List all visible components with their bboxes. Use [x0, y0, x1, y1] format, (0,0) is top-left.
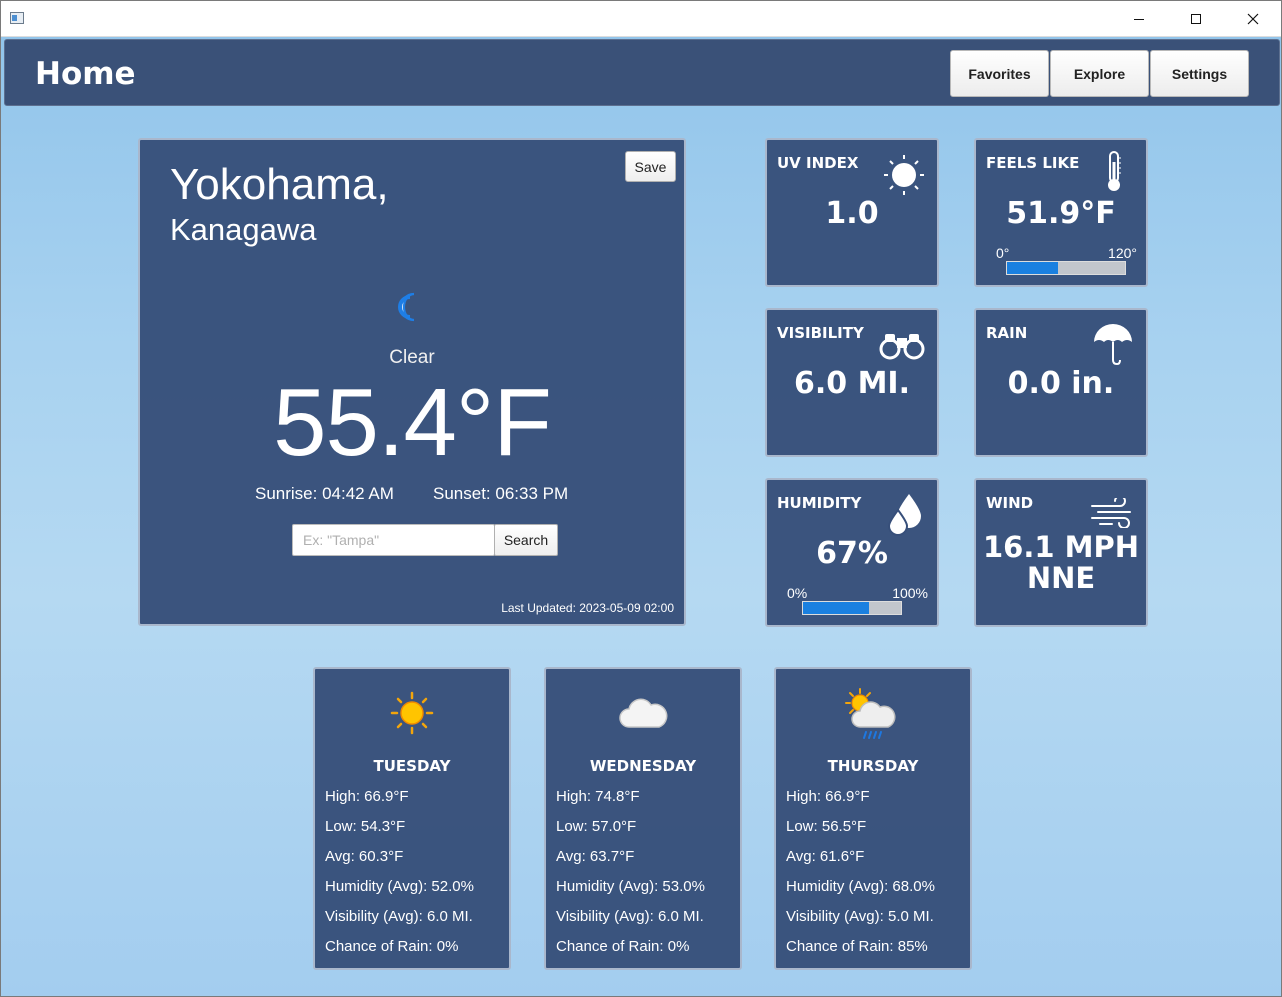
range-min-label: 0%	[787, 585, 808, 601]
stat-label: WIND	[986, 494, 1034, 512]
rain-value: 0.0 in.	[1007, 366, 1115, 401]
thermometer-icon	[1108, 151, 1121, 191]
forecast-rain: Chance of Rain: 85%	[786, 938, 928, 955]
binoculars-icon	[879, 334, 925, 360]
forecast-icon-wrap	[546, 691, 740, 739]
humidity-card: HUMIDITY 67% 0% 100%	[765, 478, 939, 627]
forecast-visibility: Visibility (Avg): 5.0 MI.	[786, 908, 934, 925]
stat-label: UV INDEX	[777, 154, 859, 172]
uv-index-value: 1.0	[825, 196, 879, 231]
feels-like-bar-fill	[1007, 262, 1058, 274]
feels-like-card: FEELS LIKE 51.9°F 0° 120°	[974, 138, 1148, 287]
favorites-button[interactable]: Favorites	[950, 50, 1049, 97]
forecast-low: Low: 56.5°F	[786, 818, 867, 835]
region-name: Kanagawa	[170, 212, 317, 247]
partly-cloudy-rain-icon	[845, 688, 896, 739]
humidity-value: 67%	[816, 536, 888, 571]
condition-text: Clear	[389, 347, 435, 368]
title-bar	[1, 1, 1281, 37]
feels-like-value: 51.9°F	[1006, 196, 1116, 231]
forecast-card: THURSDAY High: 66.9°F Low: 56.5°F Avg: 6…	[774, 667, 972, 970]
sunset-time: Sunset: 06:33 PM	[433, 484, 569, 503]
close-button[interactable]	[1230, 1, 1276, 37]
forecast-avg: Avg: 61.6°F	[786, 848, 865, 865]
forecast-visibility: Visibility (Avg): 6.0 MI.	[556, 908, 704, 925]
forecast-day: THURSDAY	[827, 757, 919, 775]
close-icon	[1247, 13, 1259, 25]
sunrise-time: Sunrise: 04:42 AM	[255, 484, 394, 503]
rain-card: RAIN 0.0 in.	[974, 308, 1148, 457]
range-max-label: 120°	[1108, 245, 1137, 261]
forecast-high: High: 66.9°F	[325, 788, 409, 805]
forecast-humidity: Humidity (Avg): 68.0%	[786, 878, 935, 895]
save-button[interactable]: Save	[625, 151, 676, 182]
wind-direction-value: NNE	[1026, 561, 1096, 595]
stat-label: RAIN	[986, 324, 1028, 342]
uv-index-card: UV INDEX 1.0	[765, 138, 939, 287]
app-icon	[10, 12, 24, 24]
forecast-low: Low: 54.3°F	[325, 818, 406, 835]
forecast-humidity: Humidity (Avg): 53.0%	[556, 878, 705, 895]
current-temperature: 55.4°F	[273, 369, 552, 476]
cloud-icon	[619, 698, 668, 728]
range-max-label: 100%	[892, 585, 928, 601]
forecast-high: High: 74.8°F	[556, 788, 640, 805]
explore-button[interactable]: Explore	[1050, 50, 1149, 97]
maximize-icon	[1191, 14, 1201, 24]
city-name: Yokohama,	[170, 160, 389, 209]
forecast-low: Low: 57.0°F	[556, 818, 637, 835]
forecast-day: TUESDAY	[373, 757, 451, 775]
humidity-bar	[802, 601, 902, 615]
search-input[interactable]	[292, 524, 495, 556]
forecast-high: High: 66.9°F	[786, 788, 870, 805]
forecast-card: TUESDAY High: 66.9°F Low: 54.3°F Avg: 60…	[313, 667, 511, 970]
forecast-avg: Avg: 60.3°F	[325, 848, 404, 865]
visibility-value: 6.0 MI.	[793, 366, 910, 401]
stat-label: VISIBILITY	[777, 324, 864, 342]
feels-like-bar	[1006, 261, 1126, 275]
forecast-day: WEDNESDAY	[589, 757, 697, 775]
app-window: Home Favorites Explore Settings Yokohama…	[0, 0, 1282, 997]
stat-label: HUMIDITY	[777, 494, 862, 512]
moon-icon	[398, 292, 415, 322]
app-header: Home Favorites Explore Settings	[4, 39, 1280, 106]
settings-button[interactable]: Settings	[1150, 50, 1249, 97]
current-weather-card: Yokohama, Kanagawa Save Clear 55.4°F Sun…	[138, 138, 686, 626]
sun-icon	[884, 155, 924, 195]
last-updated: Last Updated: 2023-05-09 02:00	[501, 601, 674, 615]
search-button[interactable]: Search	[494, 524, 558, 556]
water-drops-icon	[887, 494, 921, 536]
forecast-rain: Chance of Rain: 0%	[556, 938, 690, 955]
page-title: Home	[35, 56, 136, 92]
humidity-bar-fill	[803, 602, 869, 614]
minimize-icon	[1134, 18, 1144, 20]
sunny-icon	[390, 691, 434, 735]
range-min-label: 0°	[996, 245, 1010, 261]
forecast-avg: Avg: 63.7°F	[556, 848, 635, 865]
wind-icon	[1091, 498, 1131, 528]
forecast-icon-wrap	[315, 691, 509, 739]
forecast-rain: Chance of Rain: 0%	[325, 938, 459, 955]
stat-label: FEELS LIKE	[986, 154, 1080, 172]
forecast-humidity: Humidity (Avg): 52.0%	[325, 878, 474, 895]
visibility-card: VISIBILITY 6.0 MI.	[765, 308, 939, 457]
wind-card: WIND 16.1 MPH NNE	[974, 478, 1148, 627]
wind-speed-value: 16.1 MPH	[982, 530, 1140, 564]
maximize-button[interactable]	[1173, 1, 1219, 37]
minimize-button[interactable]	[1116, 1, 1162, 37]
umbrella-icon	[1094, 324, 1132, 366]
forecast-card: WEDNESDAY High: 74.8°F Low: 57.0°F Avg: …	[544, 667, 742, 970]
forecast-icon-wrap	[776, 688, 970, 739]
forecast-visibility: Visibility (Avg): 6.0 MI.	[325, 908, 473, 925]
